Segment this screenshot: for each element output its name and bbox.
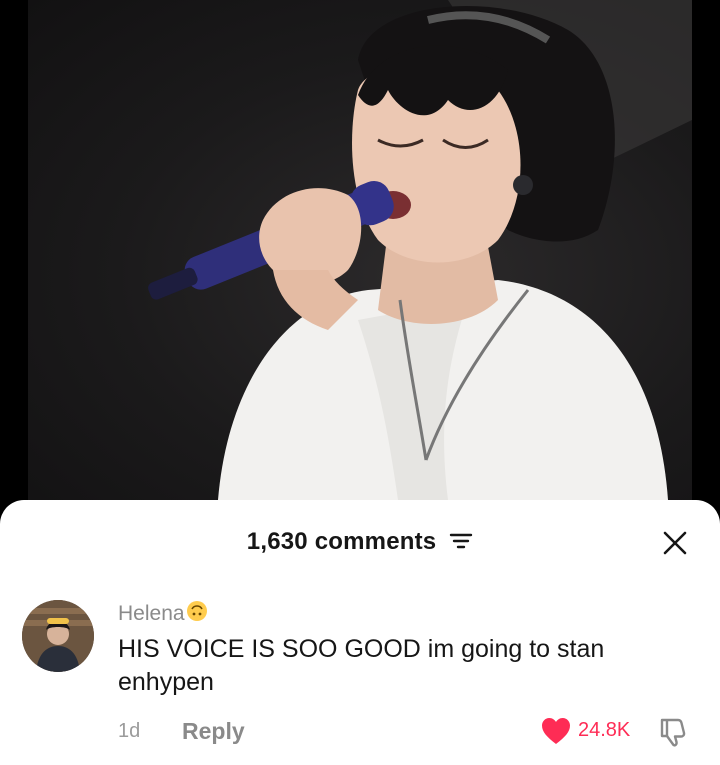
close-button[interactable] xyxy=(660,528,690,558)
comment-actions: 1d Reply 24.8K xyxy=(118,718,698,748)
comment-count: 1,630 comments xyxy=(246,528,437,555)
upside-down-face-emoji-icon xyxy=(186,600,208,629)
reply-button[interactable]: Reply xyxy=(182,718,245,745)
heart-icon xyxy=(542,718,570,744)
like-count: 24.8K xyxy=(578,719,631,741)
comment-time: 1d xyxy=(118,720,141,742)
comments-header: 1,630 comments xyxy=(0,522,720,566)
dislike-button[interactable] xyxy=(658,716,688,753)
comment-username[interactable]: Helena xyxy=(118,602,185,625)
video-frame[interactable] xyxy=(28,0,692,500)
thumbs-down-icon xyxy=(660,718,686,747)
performer-image xyxy=(148,0,692,500)
sort-icon[interactable] xyxy=(449,529,473,557)
avatar[interactable] xyxy=(22,600,94,672)
comment-body: Helena HIS VOICE IS SOO GOOD im going to… xyxy=(118,600,698,699)
comment-count-title: 1,630 comments xyxy=(0,528,720,557)
comment-text: HIS VOICE IS SOO GOOD im going to stan e… xyxy=(118,635,605,696)
comments-sheet: 1,630 comments Helena HIS VOICE IS SOO G… xyxy=(0,500,720,765)
comment-username-row: Helena xyxy=(118,600,698,629)
close-icon xyxy=(663,531,687,555)
